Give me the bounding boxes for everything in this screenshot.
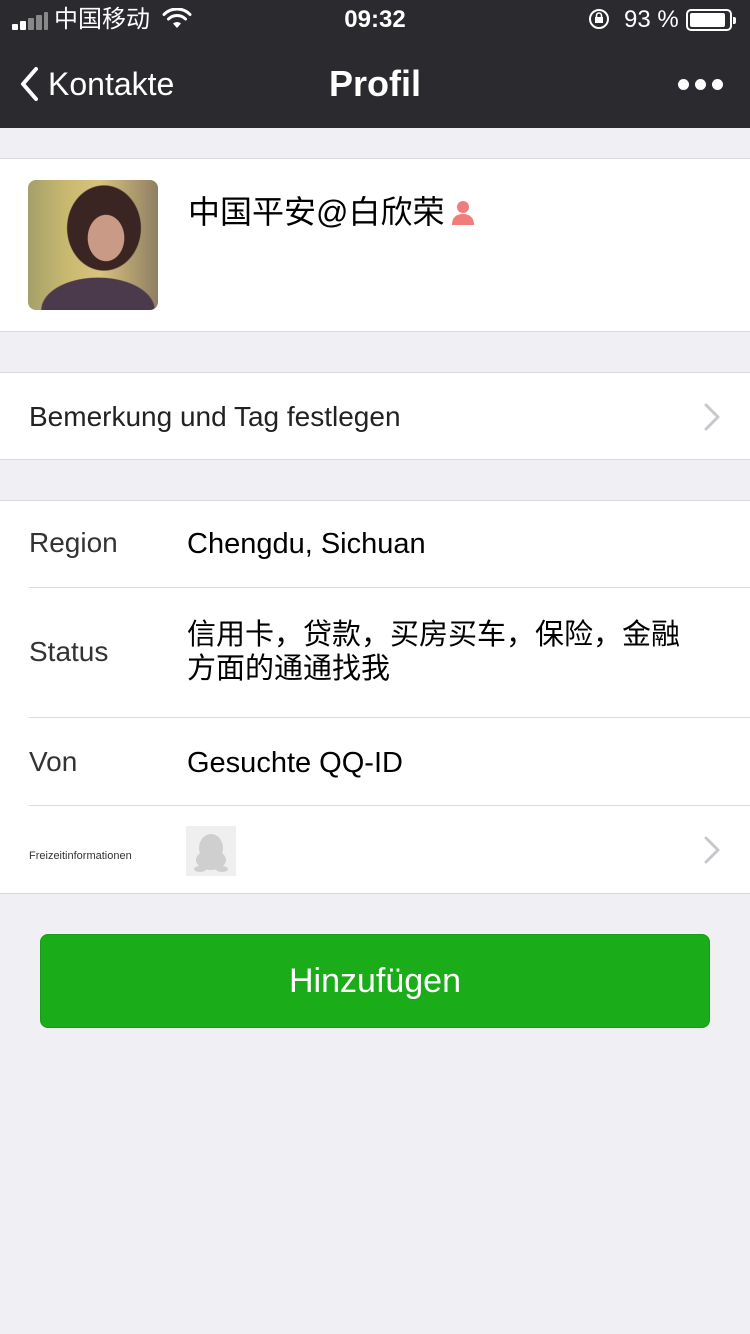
page-title: Profil (328, 63, 421, 104)
add-contact-button[interactable]: Hinzufügen (40, 934, 710, 1028)
more-dot-icon (678, 79, 689, 90)
top-bar: 中国移动 09:32 93 % Kontakte Profil (0, 0, 750, 128)
avatar[interactable] (28, 180, 158, 310)
more-options-button[interactable] (678, 76, 724, 92)
region-value: Chengdu, Sichuan (187, 528, 426, 560)
region-label: Region (29, 527, 118, 558)
battery-percentage: 93 % (624, 6, 679, 33)
source-value: Gesuchte QQ-ID (187, 747, 403, 779)
chevron-right-icon (704, 403, 720, 431)
battery-fill (690, 13, 725, 27)
status-value-line-1: 信用卡，贷款，买房买车，保险，金融 (187, 619, 681, 651)
qq-penguin-icon (186, 826, 236, 876)
status-value-line-2: 方面的通通找我 (187, 653, 391, 685)
rotation-lock-icon (589, 9, 609, 29)
info-card: Region Chengdu, Sichuan Status 信用卡，贷款，买房… (0, 500, 750, 894)
leisure-label: Freizeitinformationen (29, 850, 132, 862)
profile-name: 中国平安@白欣荣 (188, 194, 445, 230)
source-row: Von Gesuchte QQ-ID (0, 718, 750, 805)
profile-card (0, 158, 750, 332)
more-dot-icon (712, 79, 723, 90)
chevron-right-icon (704, 836, 720, 864)
status-bar: 中国移动 09:32 93 % (0, 0, 750, 40)
battery-nub (733, 17, 736, 24)
navigation-bar: Kontakte Profil (0, 40, 750, 128)
remark-label: Bemerkung und Tag festlegen (29, 401, 401, 432)
more-dot-icon (695, 79, 706, 90)
qq-penguin-graphic (194, 834, 228, 872)
status-row: Status 信用卡，贷款，买房买车，保险，金融 方面的通通找我 (0, 588, 750, 718)
leisure-info-row[interactable]: Freizeitinformationen (0, 806, 750, 894)
battery-icon (686, 9, 736, 31)
status-label: Status (29, 636, 109, 667)
set-remark-and-tag-row[interactable]: Bemerkung und Tag festlegen (0, 372, 750, 460)
source-label: Von (29, 746, 78, 777)
region-row: Region Chengdu, Sichuan (0, 501, 750, 588)
profile-name-row: 中国平安@白欣荣 (188, 192, 477, 232)
female-person-icon (451, 201, 474, 225)
